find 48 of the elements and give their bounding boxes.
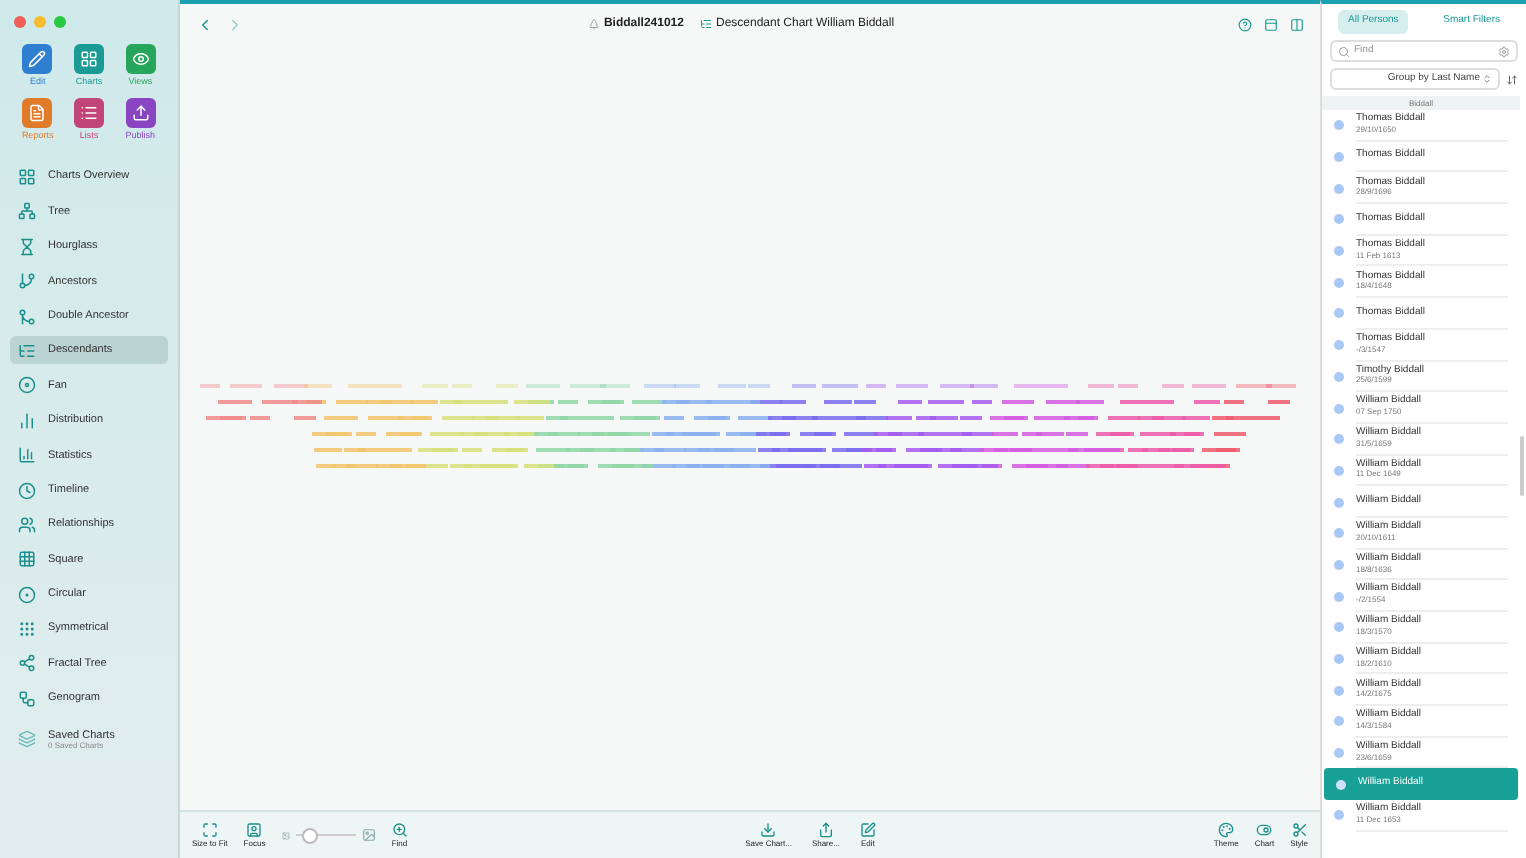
chart-type-icon: [18, 654, 36, 673]
chart-type-icon: [18, 585, 36, 604]
zoom-slider[interactable]: [295, 827, 356, 843]
toolbar-icon: [246, 821, 263, 837]
tool-glyph-icon: [79, 103, 98, 122]
forward-icon[interactable]: [226, 15, 244, 33]
chart-type-icon: [18, 689, 36, 708]
toolbar-icon: [1291, 821, 1308, 837]
chart-type-icon: [18, 272, 36, 291]
chart-type-icon: [18, 550, 36, 569]
scrollbar-thumb[interactable]: [1520, 436, 1524, 496]
chart-type-icon: [18, 202, 36, 221]
sidebar-toggle-icon[interactable]: [1290, 17, 1304, 31]
chart-type-icon: [18, 411, 36, 430]
help-icon[interactable]: [1238, 17, 1252, 31]
chart-type-icon: [18, 481, 36, 500]
toolbar-icon: [1218, 821, 1235, 837]
search-icon: [1338, 45, 1350, 57]
toolbar-icon: [760, 821, 777, 837]
tool-glyph-icon: [131, 50, 150, 68]
sort-icon[interactable]: [1506, 73, 1518, 85]
panel-icon[interactable]: [1264, 17, 1278, 31]
toolbar-icon: [859, 821, 876, 837]
chart-type-icon: [18, 168, 36, 186]
tool-glyph-icon: [131, 103, 150, 122]
toolbar-icon: [1256, 821, 1273, 837]
chart-type-icon: [18, 376, 36, 395]
tool-glyph-icon: [79, 50, 98, 68]
chart-type-icon: [18, 341, 36, 360]
chart-type-icon: [18, 446, 36, 465]
toolbar-icon: [817, 821, 834, 837]
back-icon[interactable]: [196, 15, 214, 33]
up-down-chevron-icon: [1482, 74, 1492, 84]
tree-icon: [587, 18, 600, 30]
chart-type-icon: [18, 237, 36, 256]
search-icon: [391, 821, 408, 837]
small-image-icon: [281, 831, 290, 839]
chart-type-icon: [18, 307, 36, 326]
slider-thumb[interactable]: [302, 827, 318, 843]
stacked-layers-icon: [18, 730, 36, 749]
chart-type-icon: [18, 620, 36, 639]
chart-type-icon: [18, 515, 36, 534]
toolbar-icon: [201, 821, 218, 837]
tool-glyph-icon: [28, 103, 47, 122]
settings-icon[interactable]: [1498, 45, 1510, 57]
large-image-icon: [361, 828, 376, 842]
descendant-chart-icon: [699, 18, 712, 30]
tool-glyph-icon: [28, 50, 47, 68]
